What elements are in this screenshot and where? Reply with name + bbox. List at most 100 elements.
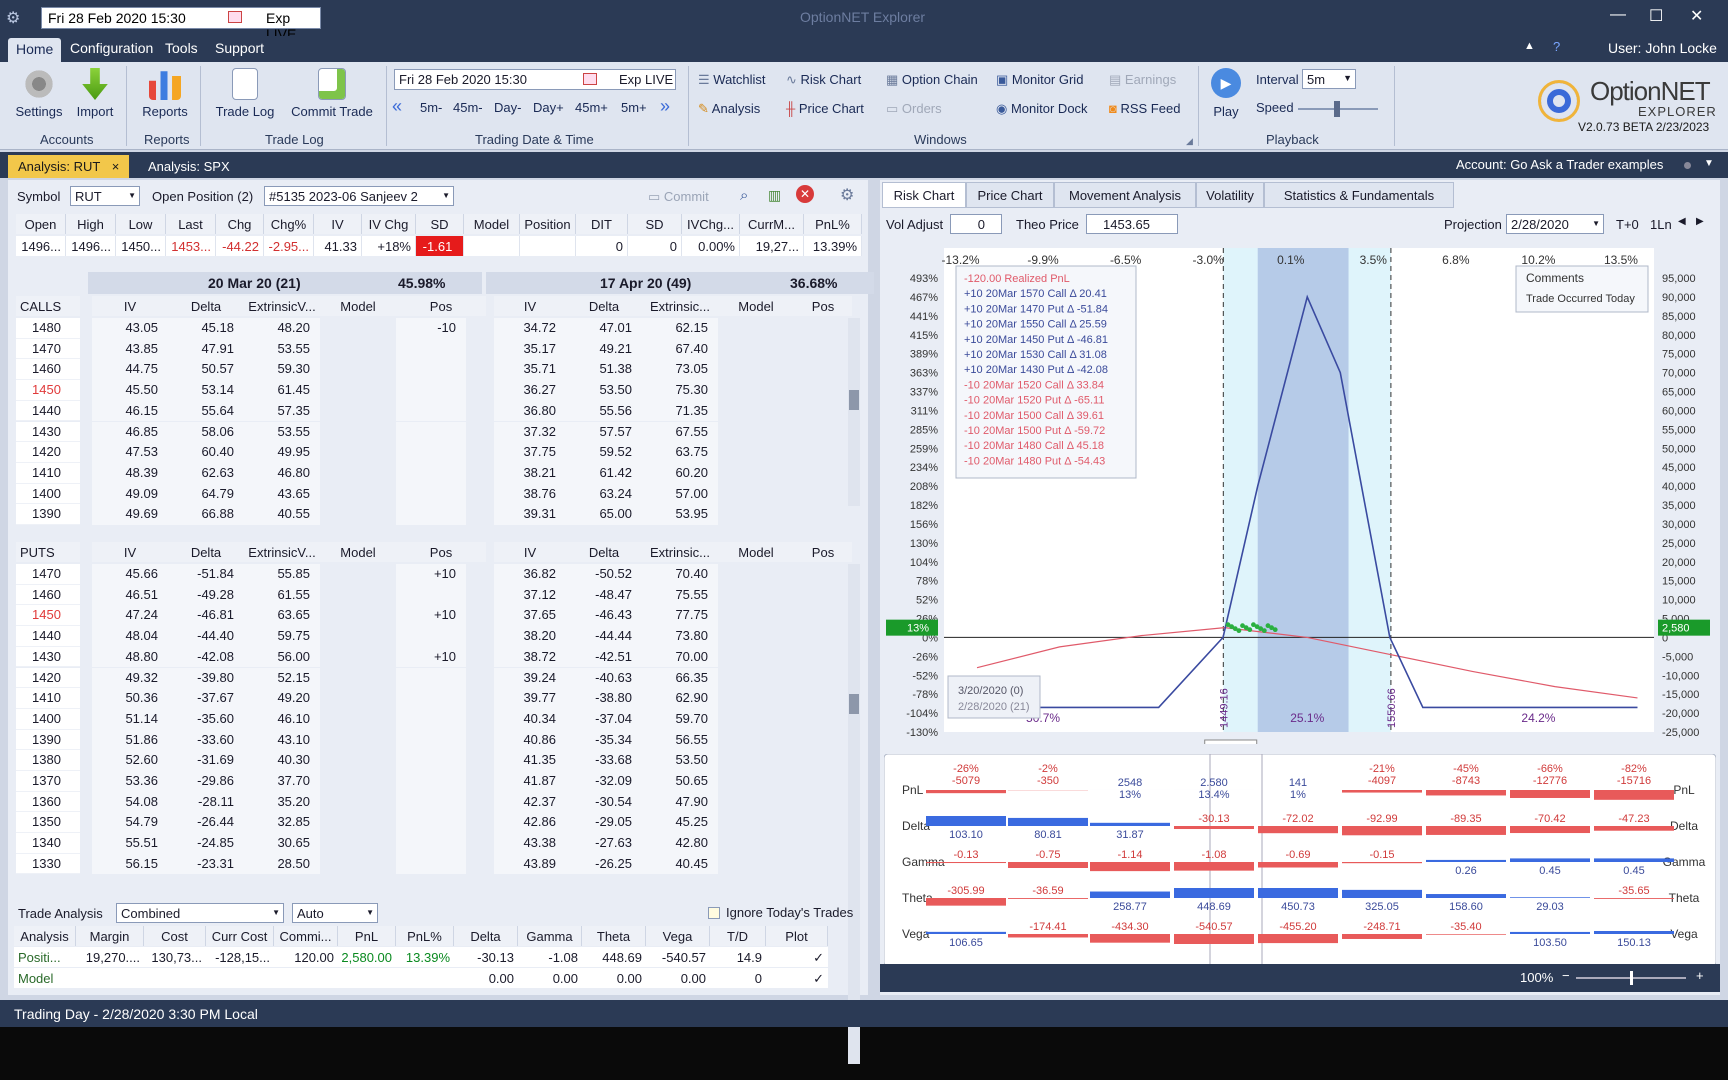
chain-cell[interactable]: 48.39 [92, 462, 168, 484]
risk-chart[interactable]: -13.2% -9.9% -6.5% -3.0% 0.1% 3.5% 6.8% 10.2% 13… [880, 236, 1720, 744]
chain-cell[interactable]: 66.88 [168, 504, 244, 525]
tab-analysis-spx[interactable]: Analysis: SPX [138, 155, 240, 178]
strike-cell[interactable]: 1360 [16, 791, 80, 813]
strike-cell[interactable]: 1480 [16, 318, 80, 339]
chain-cell[interactable]: 47.91 [168, 338, 244, 360]
chain-cell[interactable]: -29.86 [168, 771, 244, 792]
strike-cell[interactable]: 1400 [16, 483, 80, 505]
step-back-icon[interactable]: « [392, 96, 402, 117]
chain-cell[interactable]: -44.40 [168, 626, 244, 647]
title-date-field[interactable]: Fri 28 Feb 2020 15:30 Exp LIVE [41, 7, 321, 42]
chain-cell[interactable]: 46.85 [92, 421, 168, 443]
chain-cell[interactable]: 57.35 [244, 400, 320, 422]
strike-cell[interactable]: 1370 [16, 771, 80, 792]
chain-cell[interactable]: 37.70 [244, 771, 320, 792]
chain-cell[interactable]: 36.27 [494, 380, 566, 401]
chain-cell[interactable]: 40.45 [642, 853, 718, 875]
commit-trade-button[interactable]: Commit Trade [288, 68, 376, 119]
chain-cell[interactable]: 40.55 [244, 504, 320, 525]
chain-cell[interactable] [396, 791, 466, 813]
ta-cell[interactable]: Positi... [14, 947, 76, 967]
strike-cell[interactable]: 1450 [16, 380, 80, 401]
chain-cell[interactable]: 53.55 [244, 421, 320, 443]
chain-cell[interactable]: 43.65 [244, 483, 320, 505]
chain-cell[interactable]: 61.55 [244, 584, 320, 606]
chain-cell[interactable]: 39.31 [494, 504, 566, 525]
chain-cell[interactable]: 52.15 [244, 667, 320, 689]
chain-cell[interactable]: 56.55 [642, 729, 718, 751]
chain-cell[interactable]: 49.95 [244, 442, 320, 463]
chain-cell[interactable]: -46.81 [168, 605, 244, 627]
chain-cell[interactable]: 32.85 [244, 812, 320, 834]
settings-button[interactable]: Settings [14, 68, 64, 119]
reports-button[interactable]: Reports [140, 68, 190, 119]
chain-cell[interactable]: -33.60 [168, 729, 244, 751]
chain-cell[interactable]: 75.30 [642, 380, 718, 401]
ta-cell[interactable]: Model [14, 968, 76, 988]
chain-cell[interactable] [396, 504, 466, 525]
chain-cell[interactable]: 40.30 [244, 750, 320, 771]
chain-cell[interactable]: 28.50 [244, 853, 320, 875]
commit-button[interactable]: ▭ Commit [648, 189, 709, 205]
search-icon[interactable]: ⌕ [740, 187, 748, 204]
chain-cell[interactable]: 50.36 [92, 688, 168, 709]
chain-cell[interactable]: 47.24 [92, 605, 168, 627]
ta-cell[interactable]: 19,270.... [76, 947, 144, 967]
chain-cell[interactable]: 48.20 [244, 318, 320, 339]
chain-cell[interactable]: 73.80 [642, 626, 718, 647]
chain-cell[interactable]: 65.00 [566, 504, 642, 525]
tab-volatility[interactable]: Volatility [1196, 182, 1264, 208]
chain-cell[interactable]: +10 [396, 646, 466, 668]
chain-cell[interactable]: 47.01 [566, 318, 642, 339]
chain-cell[interactable]: 37.65 [494, 605, 566, 627]
chain-cell[interactable]: 73.05 [642, 359, 718, 381]
chain-cell[interactable]: 49.20 [244, 688, 320, 709]
chain-cell[interactable]: -33.68 [566, 750, 642, 771]
strike-cell[interactable]: 1340 [16, 833, 80, 854]
risk-chart-button[interactable]: ∿ Risk Chart [786, 72, 861, 88]
vol-adjust-spinner[interactable]: 0 [950, 214, 1002, 234]
strike-cell[interactable]: 1470 [16, 564, 80, 585]
chain-cell[interactable]: 43.85 [92, 338, 168, 360]
chain-cell[interactable]: 35.20 [244, 791, 320, 813]
chain-cell[interactable]: 46.51 [92, 584, 168, 606]
chain-cell[interactable]: 75.55 [642, 584, 718, 606]
chain-cell[interactable] [396, 729, 466, 751]
ta-cell[interactable] [338, 968, 396, 988]
price-chart-button[interactable]: ╫ Price Chart [786, 101, 864, 116]
combined-select[interactable]: Combined ▼ [116, 903, 284, 923]
chain-cell[interactable]: -26.44 [168, 812, 244, 834]
chain-cell[interactable]: 39.77 [494, 688, 566, 709]
chain-cell[interactable]: 53.36 [92, 771, 168, 792]
copy-icon[interactable]: ▥ [768, 187, 781, 204]
ta-cell[interactable] [144, 968, 206, 988]
tab-support[interactable]: Support [215, 40, 264, 56]
chain-cell[interactable]: 45.66 [92, 564, 168, 585]
calendar-icon[interactable] [583, 73, 597, 85]
chain-cell[interactable]: 60.40 [168, 442, 244, 463]
chain-cell[interactable]: 56.15 [92, 853, 168, 875]
chain-cell[interactable]: 54.08 [92, 791, 168, 813]
chain-cell[interactable] [396, 708, 466, 730]
tab-risk-chart[interactable]: Risk Chart [882, 182, 966, 208]
chain-cell[interactable] [396, 338, 466, 360]
chain-cell[interactable]: 47.53 [92, 442, 168, 463]
chain-cell[interactable]: 58.06 [168, 421, 244, 443]
strike-cell[interactable]: 1450 [16, 605, 80, 627]
maximize-icon[interactable]: ☐ [1649, 6, 1663, 26]
ta-cell[interactable] [274, 968, 338, 988]
chain-cell[interactable]: 45.25 [642, 812, 718, 834]
ta-cell[interactable]: -1.08 [518, 947, 582, 967]
ignore-trades-checkbox[interactable] [708, 907, 720, 919]
ta-cell[interactable]: 0.00 [582, 968, 646, 988]
strike-cell[interactable]: 1420 [16, 442, 80, 463]
zoom-out-icon[interactable]: − [1562, 968, 1570, 983]
chain-cell[interactable]: 30.65 [244, 833, 320, 854]
strike-cell[interactable]: 1440 [16, 400, 80, 422]
rss-feed-button[interactable]: ◙ RSS Feed [1109, 101, 1180, 116]
chain-cell[interactable] [396, 771, 466, 792]
ta-cell[interactable]: 120.00 [274, 947, 338, 967]
step-forward-icon[interactable]: » [660, 96, 670, 117]
tab-configuration[interactable]: Configuration [70, 40, 153, 56]
analysis-button[interactable]: ✎ Analysis [698, 101, 760, 117]
